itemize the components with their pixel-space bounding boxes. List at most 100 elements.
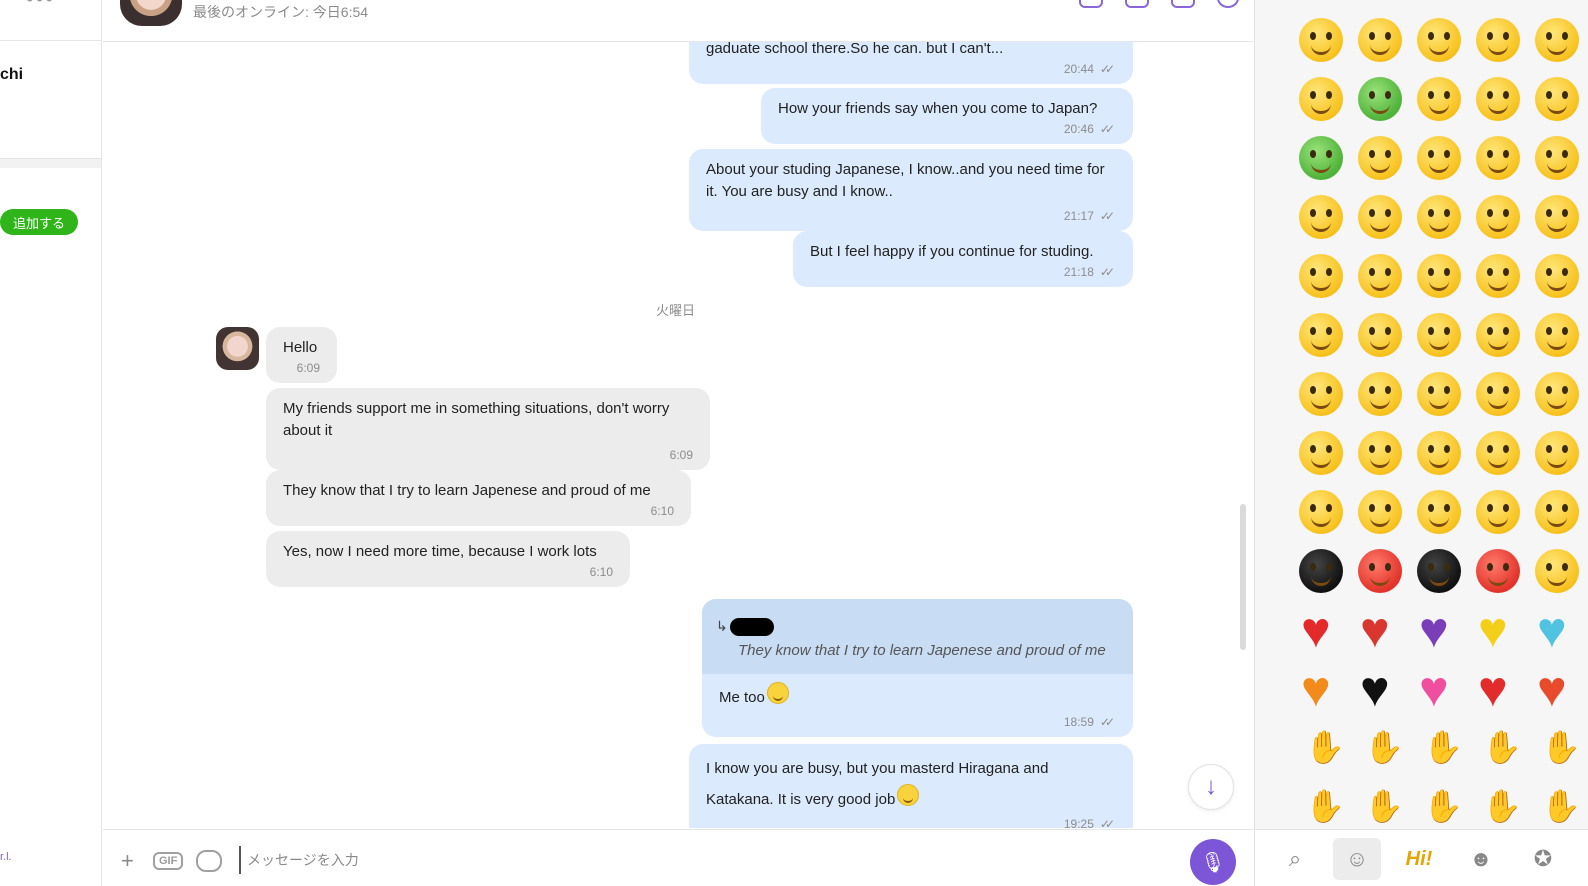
message-incoming[interactable]: My friends support me in something situa… [266,388,710,470]
emoji-unamused-icon[interactable] [1535,136,1579,180]
broken-heart-icon[interactable] [1358,600,1402,660]
message-incoming[interactable]: Yes, now I need more time, because I wor… [266,531,630,587]
emoji-pleading-icon[interactable] [1417,431,1461,475]
emoji-neutral-icon[interactable] [1417,313,1461,357]
emoji-money-icon[interactable] [1299,136,1343,180]
emoji-smile-icon[interactable] [1535,254,1579,298]
waving-hand-icon[interactable] [1417,785,1463,829]
purple-heart-icon[interactable] [1417,600,1461,660]
scrollbar[interactable] [1240,504,1246,650]
message-outgoing[interactable]: About your studing Japanese, I know..and… [689,149,1133,231]
emoji-yum-icon[interactable] [1476,254,1520,298]
emoji-disappointed-icon[interactable] [1476,372,1520,416]
emoji-angry-icon[interactable] [1299,431,1343,475]
orange-heart-icon[interactable] [1299,659,1343,719]
rock-on-icon[interactable] [1299,785,1345,829]
message-outgoing[interactable]: I know you are busy, but you masterd Hir… [689,744,1133,828]
reply-quote[interactable]: ↳ They know that I try to learn Japenese… [702,599,1133,674]
emoji-rofl-icon[interactable] [1358,254,1402,298]
middle-finger-icon[interactable] [1476,726,1522,770]
emoji-smirk-icon[interactable] [1358,136,1402,180]
emoji-confused-icon[interactable] [1476,195,1520,239]
sticker-pack-icon[interactable]: ✪ [1519,838,1567,880]
contact-name[interactable]: chi [0,66,23,84]
add-contact-button[interactable]: 追加する [0,209,78,235]
boy-sticker-icon[interactable]: ☻ [1457,838,1505,880]
emoji-relieved-icon[interactable] [1535,490,1579,534]
emoji-bat-mask-icon[interactable] [1417,549,1461,593]
emoji-nerd-icon[interactable] [1417,195,1461,239]
call-icon[interactable] [1125,0,1149,8]
peace-sign-icon[interactable] [1417,726,1463,770]
emoji-evil-grin-icon[interactable] [1358,490,1402,534]
emoji-eye-roll-icon[interactable] [1476,313,1520,357]
emoji-tongue-icon[interactable] [1299,18,1343,62]
message-outgoing[interactable]: gaduate school there.So he can. but I ca… [689,42,1133,84]
pointing-up-icon[interactable] [1358,785,1404,829]
avatar[interactable] [120,0,182,26]
emoji-worried-icon[interactable] [1417,77,1461,121]
emoji-grimace-icon[interactable] [1299,372,1343,416]
emoji-frustrated-icon[interactable] [1358,431,1402,475]
emoji-facepalm-icon[interactable] [1476,431,1520,475]
gif-icon[interactable]: GIF [153,852,184,870]
hi-sticker-icon[interactable]: Hi! [1395,838,1443,880]
message-outgoing[interactable]: But I feel happy if you continue for stu… [793,231,1133,287]
info-icon[interactable] [1217,0,1239,8]
emoji-dizzy-icon[interactable] [1358,195,1402,239]
emoji-spiral-eyes-icon[interactable] [1299,313,1343,357]
more-icon[interactable]: ••• [26,0,55,12]
fist-icon[interactable] [1476,785,1522,829]
emoji-wink-icon[interactable] [1417,136,1461,180]
emoji-devil-icon[interactable] [1476,549,1520,593]
emoji-sobbing-icon[interactable] [1476,490,1520,534]
microphone-button[interactable]: 🎙 [1190,839,1236,885]
emoji-big-smile-icon[interactable] [1476,77,1520,121]
emoji-tongue-out-icon[interactable] [1535,77,1579,121]
emoji-woozy-icon[interactable] [1299,490,1343,534]
black-heart-icon[interactable] [1358,659,1402,719]
video-call-icon[interactable] [1171,0,1195,8]
emoji-x-eyes-icon[interactable] [1358,313,1402,357]
emoji-hushed-icon[interactable] [1358,372,1402,416]
emoji-sad-icon[interactable] [1299,195,1343,239]
emoji-laugh-icon[interactable] [1358,18,1402,62]
message-input[interactable] [239,846,1139,874]
thumbs-down-icon[interactable] [1299,726,1345,770]
heart-arrow-icon[interactable] [1476,659,1520,719]
sticker-icon[interactable] [196,850,222,872]
blue-heart-icon[interactable] [1535,600,1579,660]
emoji-sick-icon[interactable] [1358,77,1402,121]
red-heart-icon[interactable] [1299,600,1343,660]
clapping-hands-icon[interactable] [1535,726,1581,770]
emoji-grin-icon[interactable] [1535,18,1579,62]
emoji-angel-icon[interactable] [1535,549,1579,593]
search-icon[interactable]: ⌕ [1271,838,1319,880]
message-outgoing[interactable]: How your friends say when you come to Ja… [761,88,1133,144]
emoji-ninja-icon[interactable] [1299,549,1343,593]
footer-link[interactable]: r.l. [0,851,12,863]
message-incoming[interactable]: They know that I try to learn Japenese a… [266,470,691,526]
emoji-smirking-icon[interactable] [1417,372,1461,416]
emoji-crying-laugh-icon[interactable] [1299,77,1343,121]
emoji-shocked-icon[interactable] [1417,18,1461,62]
emoji-crazy-icon[interactable] [1476,136,1520,180]
emoji-surprised-icon[interactable] [1299,254,1343,298]
smiley-icon[interactable]: ☺ [1333,838,1381,880]
emoji-kiss-icon[interactable] [1476,18,1520,62]
emoji-grinning-icon[interactable] [1535,431,1579,475]
emoji-heart-kiss-icon[interactable] [1417,254,1461,298]
message-incoming[interactable]: Hello 6:09 [266,327,337,383]
ring-heart-icon[interactable] [1535,659,1579,719]
praying-hands-icon[interactable] [1535,785,1581,829]
emoji-annoyed-icon[interactable] [1535,313,1579,357]
yellow-heart-icon[interactable] [1476,600,1520,660]
plus-icon[interactable]: + [121,848,134,874]
phone-icon[interactable] [1079,0,1103,8]
scroll-to-bottom-button[interactable]: ↓ [1188,764,1234,810]
emoji-sunglasses-icon[interactable] [1535,195,1579,239]
message-outgoing-reply[interactable]: ↳ They know that I try to learn Japenese… [702,599,1133,737]
two-hearts-icon[interactable] [1417,659,1461,719]
emoji-weary-icon[interactable] [1535,372,1579,416]
emoji-spider-icon[interactable] [1358,549,1402,593]
